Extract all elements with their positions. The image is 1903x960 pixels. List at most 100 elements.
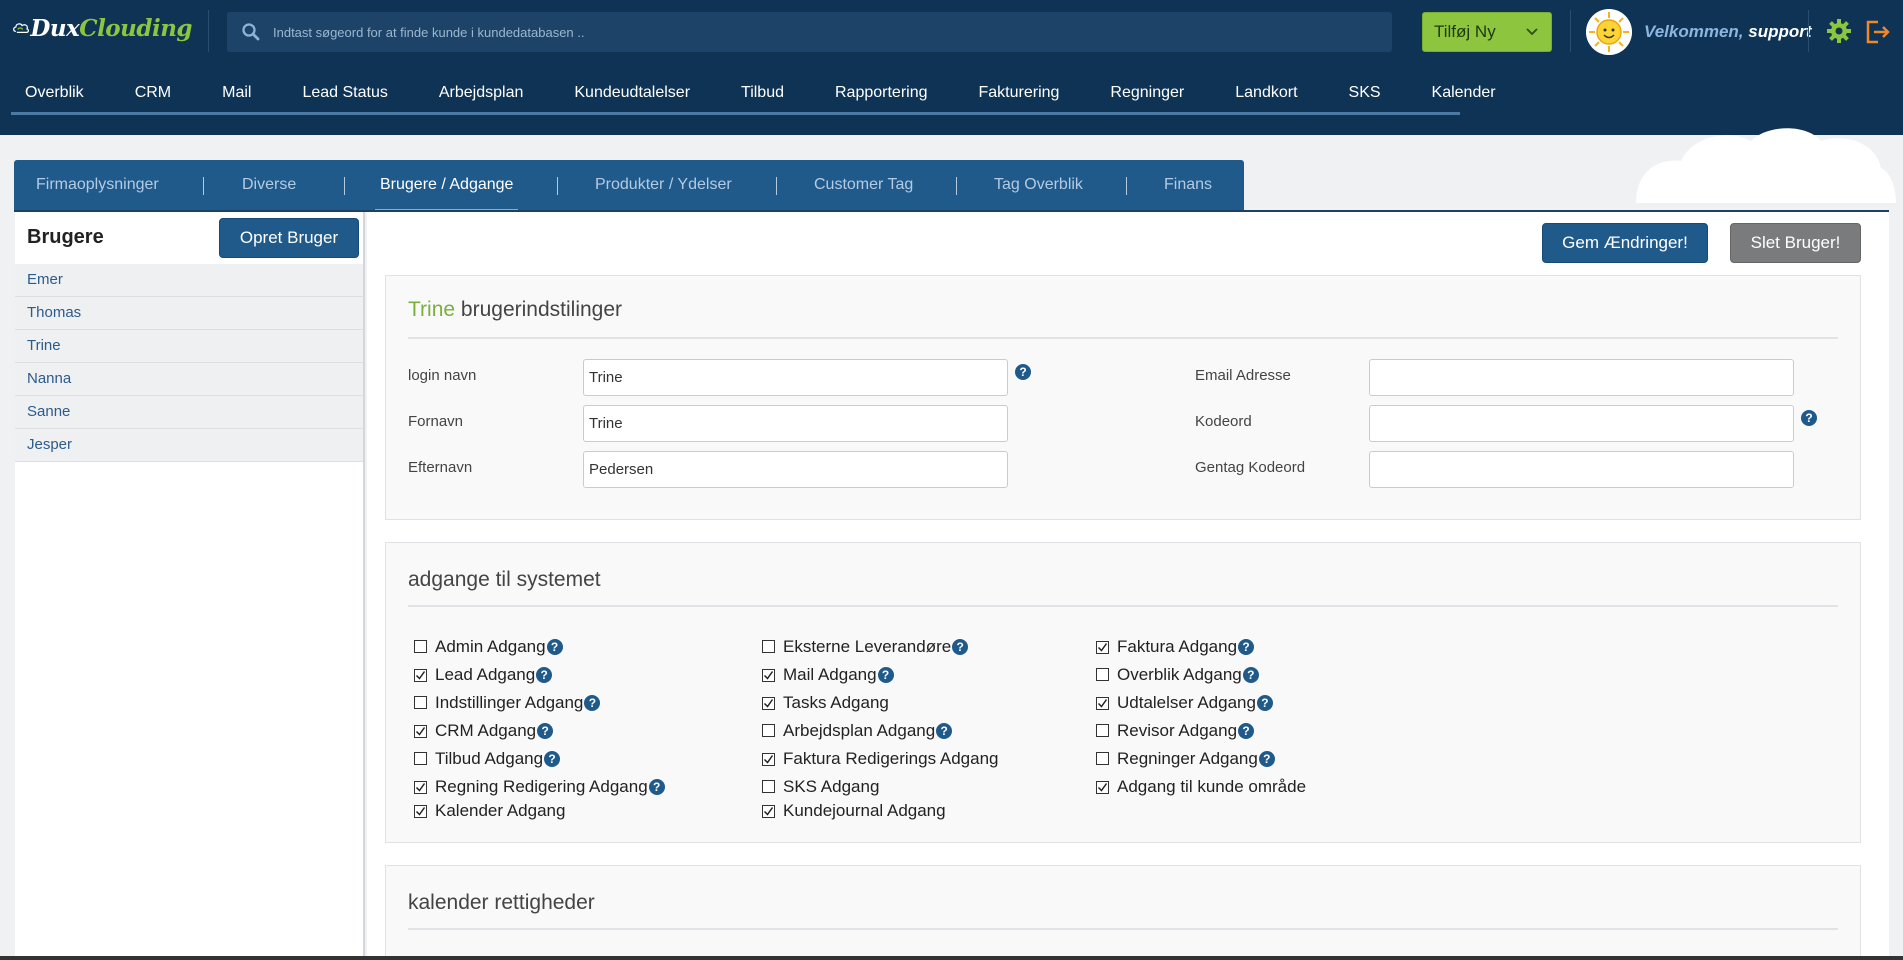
permission-checkbox[interactable] — [1096, 781, 1109, 794]
first-name-input[interactable]: Trine — [583, 405, 1008, 442]
permission-checkbox[interactable] — [414, 696, 427, 709]
nav-item-fakturering[interactable]: Fakturering — [965, 63, 1074, 115]
logout-icon[interactable] — [1864, 18, 1892, 46]
help-icon[interactable]: ? — [537, 723, 554, 739]
tab-divider — [776, 177, 777, 195]
checkmark-icon — [1097, 643, 1108, 652]
checkmark-icon — [1097, 699, 1108, 708]
help-icon[interactable]: ? — [584, 695, 601, 711]
tab-customer-tag[interactable]: Customer Tag — [814, 160, 913, 212]
nav-item-crm[interactable]: CRM — [121, 63, 185, 115]
nav-item-overblik[interactable]: Overblik — [11, 63, 98, 115]
user-list-item[interactable]: Sanne — [15, 396, 363, 429]
dux-clouding-logo[interactable]: DuxClouding — [12, 10, 192, 46]
checkmark-icon — [763, 699, 774, 708]
user-list-item[interactable]: Jesper — [15, 429, 363, 462]
nav-item-kalender[interactable]: Kalender — [1418, 63, 1510, 115]
help-icon[interactable]: ? — [648, 779, 665, 795]
permission-checkbox[interactable] — [762, 640, 775, 653]
nav-item-sks[interactable]: SKS — [1335, 63, 1395, 115]
permission-checkbox[interactable] — [1096, 697, 1109, 710]
calendar-permissions-box: kalender rettigheder — [385, 865, 1861, 960]
first-name-label: Fornavn — [408, 413, 464, 430]
permission-checkbox[interactable] — [762, 724, 775, 737]
tab-diverse[interactable]: Diverse — [242, 160, 296, 212]
nav-item-arbejdsplan[interactable]: Arbejdsplan — [425, 63, 538, 115]
permission-indstillinger-adgang: Indstillinger Adgang? — [414, 692, 601, 714]
password-input[interactable] — [1369, 405, 1794, 442]
welcome-text: Velkommen, support — [1644, 22, 1812, 41]
permission-udtalelser-adgang: Udtalelser Adgang? — [1096, 692, 1273, 714]
permission-checkbox[interactable] — [762, 753, 775, 766]
permission-arbejdsplan-adgang: Arbejdsplan Adgang? — [762, 720, 953, 742]
help-icon[interactable]: ? — [1015, 364, 1031, 380]
tab-firmaoplysninger[interactable]: Firmaoplysninger — [36, 160, 159, 212]
permission-checkbox[interactable] — [414, 669, 427, 682]
help-icon[interactable]: ? — [936, 723, 953, 739]
help-icon[interactable]: ? — [544, 751, 561, 767]
permission-checkbox[interactable] — [762, 669, 775, 682]
help-icon[interactable]: ? — [536, 667, 553, 683]
add-new-dropdown[interactable]: Tilføj Ny — [1422, 12, 1552, 52]
permission-checkbox[interactable] — [414, 781, 427, 794]
user-list-item[interactable]: Emer — [15, 264, 363, 297]
create-user-button[interactable]: Opret Bruger — [219, 218, 359, 258]
search-bar[interactable] — [227, 12, 1392, 52]
system-access-heading: adgange til systemet — [408, 568, 601, 591]
permission-checkbox[interactable] — [762, 780, 775, 793]
repeat-password-input[interactable] — [1369, 451, 1794, 488]
permission-checkbox[interactable] — [414, 640, 427, 653]
user-list-item[interactable]: Thomas — [15, 297, 363, 330]
login-name-input[interactable]: Trine — [583, 359, 1008, 396]
help-icon[interactable]: ? — [1801, 410, 1817, 426]
help-icon[interactable]: ? — [877, 667, 894, 683]
nav-item-landkort[interactable]: Landkort — [1221, 63, 1311, 115]
nav-item-mail[interactable]: Mail — [208, 63, 265, 115]
search-icon — [242, 23, 260, 41]
permission-checkbox[interactable] — [414, 752, 427, 765]
permission-checkbox[interactable] — [1096, 668, 1109, 681]
nav-item-lead-status[interactable]: Lead Status — [288, 63, 401, 115]
permission-checkbox[interactable] — [414, 805, 427, 818]
tab-finans[interactable]: Finans — [1164, 160, 1212, 212]
email-input[interactable] — [1369, 359, 1794, 396]
permission-checkbox[interactable] — [1096, 724, 1109, 737]
user-settings-box: Trine brugerindstilinger login navn Trin… — [385, 275, 1861, 520]
tab-brugere-adgange[interactable]: Brugere / Adgange — [374, 160, 519, 212]
user-list-item[interactable]: Nanna — [15, 363, 363, 396]
tab-tag-overblik[interactable]: Tag Overblik — [994, 160, 1083, 212]
permission-adgang-til-kunde-omr-de: Adgang til kunde område — [1096, 776, 1306, 798]
delete-user-button[interactable]: Slet Bruger! — [1730, 223, 1861, 263]
permission-checkbox[interactable] — [1096, 641, 1109, 654]
help-icon[interactable]: ? — [1256, 695, 1273, 711]
nav-item-rapportering[interactable]: Rapportering — [821, 63, 942, 115]
search-input[interactable] — [273, 12, 1373, 52]
help-icon[interactable]: ? — [1238, 723, 1255, 739]
permission-label: Udtalelser Adgang — [1117, 693, 1256, 712]
window-bottom-edge — [0, 956, 1903, 960]
permission-checkbox[interactable] — [1096, 752, 1109, 765]
nav-item-kundeudtalelser[interactable]: Kundeudtalelser — [560, 63, 704, 115]
permission-checkbox[interactable] — [762, 697, 775, 710]
gear-icon[interactable] — [1825, 17, 1853, 45]
permission-label: Kundejournal Adgang — [783, 801, 946, 820]
help-icon[interactable]: ? — [1238, 639, 1255, 655]
save-changes-button[interactable]: Gem Ændringer! — [1542, 223, 1708, 263]
help-icon[interactable]: ? — [1242, 667, 1259, 683]
nav-item-tilbud[interactable]: Tilbud — [727, 63, 798, 115]
main-navigation: Overblik CRM Mail Lead Status Arbejdsplan Kun… — [0, 63, 1903, 203]
permission-label: Indstillinger Adgang — [435, 693, 584, 712]
permission-label: Revisor Adgang — [1117, 721, 1238, 740]
permission-checkbox[interactable] — [762, 805, 775, 818]
permission-checkbox[interactable] — [414, 725, 427, 738]
last-name-input[interactable]: Pedersen — [583, 451, 1008, 488]
tab-divider — [203, 177, 204, 195]
calendar-permissions-heading: kalender rettigheder — [408, 891, 595, 914]
help-icon[interactable]: ? — [952, 639, 969, 655]
avatar-sun-icon[interactable] — [1586, 9, 1632, 55]
tab-produkter-ydelser[interactable]: Produkter / Ydelser — [595, 160, 732, 212]
help-icon[interactable]: ? — [1258, 751, 1275, 767]
help-icon[interactable]: ? — [546, 639, 563, 655]
nav-item-regninger[interactable]: Regninger — [1096, 63, 1198, 115]
user-list-item[interactable]: Trine — [15, 330, 363, 363]
